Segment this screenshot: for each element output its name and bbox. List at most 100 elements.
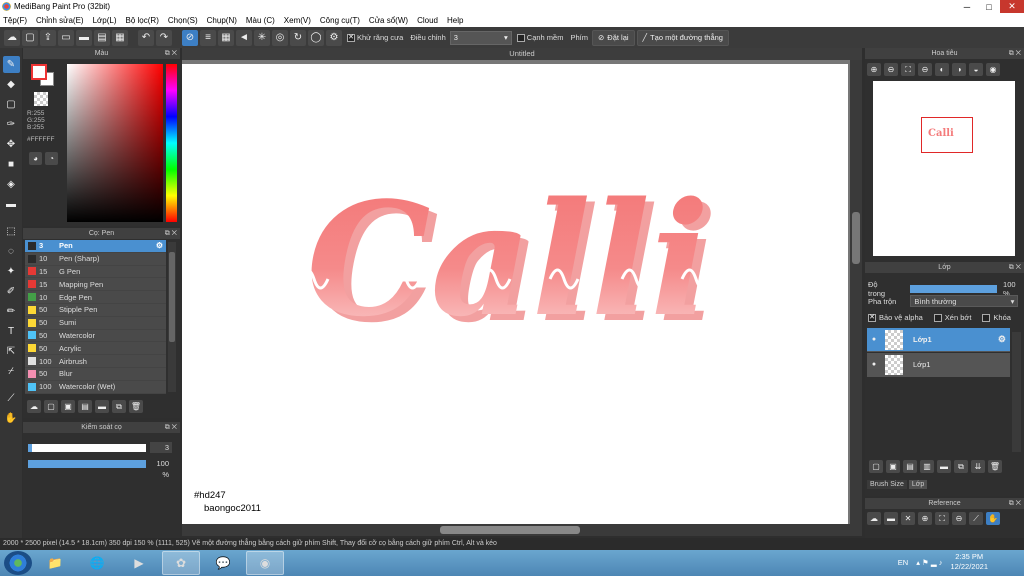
menu-snap[interactable]: Chụp(N)	[207, 16, 237, 25]
panel-close-icon[interactable]: ⧉ ✕	[165, 228, 177, 239]
dot-tool-icon[interactable]: ▢	[3, 96, 20, 113]
zoom-out-icon[interactable]: ⊖	[952, 512, 966, 525]
menu-view[interactable]: Xem(V)	[284, 16, 311, 25]
menu-select[interactable]: Chọn(S)	[168, 16, 198, 25]
magic-wand-icon[interactable]: ✦	[3, 263, 20, 280]
select-tool-icon[interactable]: ⬚	[3, 223, 20, 240]
menu-cloud[interactable]: Cloud	[417, 16, 438, 25]
canvas-paper[interactable]: Calli Calli #hd247 baongoc2011	[182, 64, 848, 524]
foreground-color-swatch[interactable]	[31, 64, 47, 80]
palette-icon[interactable]: ◕	[29, 152, 42, 165]
brush-scrollbar[interactable]	[168, 242, 176, 392]
layer-item[interactable]: ● Lớp1	[867, 353, 1010, 377]
snap-curve-icon[interactable]: ↻	[290, 29, 306, 46]
hand-tool-icon[interactable]: ✋	[3, 410, 20, 427]
clock[interactable]: 2:35 PM 12/22/2021	[950, 552, 988, 572]
divide-tool-icon[interactable]: ⌿	[3, 363, 20, 380]
brush-size-slider[interactable]	[28, 443, 146, 452]
settings-icon[interactable]: ⚙	[326, 29, 342, 46]
menu-layer[interactable]: Lớp(L)	[93, 16, 117, 25]
maximize-button[interactable]: □	[978, 0, 1000, 13]
pen-tool-icon[interactable]: ✑	[3, 116, 20, 133]
minimize-button[interactable]: ─	[956, 0, 978, 13]
brush-item[interactable]: 50 Blur	[25, 367, 166, 381]
new-layer-1bit-icon[interactable]: ▤	[903, 460, 917, 473]
trash-icon[interactable]: 🗑	[988, 460, 1002, 473]
layer-scrollbar[interactable]	[1012, 332, 1021, 452]
clipping-checkbox[interactable]	[933, 313, 942, 322]
trash-icon[interactable]: 🗑	[129, 400, 143, 413]
move-tool-icon[interactable]: ✥	[3, 136, 20, 153]
tab-layer[interactable]: Lớp	[908, 480, 928, 489]
start-button[interactable]	[4, 551, 32, 575]
panel-close-icon[interactable]: ⧉ ✕	[1009, 262, 1021, 273]
reset-view-icon[interactable]: ◉	[986, 63, 1000, 76]
cloud-brush-icon[interactable]: ☁	[27, 400, 41, 413]
straight-line-button[interactable]: ╱ Tạo một đường thẳng	[636, 29, 729, 46]
media-player-icon[interactable]: ▶	[120, 551, 158, 575]
zoom-in-icon[interactable]: ⊕	[918, 512, 932, 525]
brush-size-value[interactable]: 3	[150, 442, 172, 453]
flip-icon[interactable]: ◒	[969, 63, 983, 76]
undo-icon[interactable]: ↶	[138, 29, 154, 46]
brush-item[interactable]: 50 Acrylic	[25, 342, 166, 356]
menu-filter[interactable]: Bộ lọc(R)	[126, 16, 159, 25]
new-layer-icon[interactable]: ▢	[869, 460, 883, 473]
menu-color[interactable]: Màu (C)	[246, 16, 275, 25]
panel-close-icon[interactable]: ⧉ ✕	[165, 422, 177, 433]
brush-item[interactable]: 3 Pen ⚙	[25, 240, 166, 253]
snap-ellipse-icon[interactable]: ◯	[308, 29, 324, 46]
gear-icon[interactable]: ⚙	[156, 241, 163, 250]
fit-icon[interactable]: ⛶	[901, 63, 915, 76]
zoom-in-icon[interactable]: ⊕	[867, 63, 881, 76]
antialias-checkbox[interactable]: ✕ Khử răng cưa	[347, 33, 403, 42]
menu-file[interactable]: Tệp(F)	[3, 16, 27, 25]
brush-item[interactable]: 50 Stipple Pen	[25, 303, 166, 317]
chat-icon[interactable]: ▬	[76, 29, 92, 46]
brush-item[interactable]: 100 Airbrush	[25, 355, 166, 368]
navigator-preview[interactable]: Calli	[873, 81, 1015, 256]
duplicate-layer-icon[interactable]: ⧉	[954, 460, 968, 473]
select-pen-icon[interactable]: ✐	[3, 283, 20, 300]
layer-item[interactable]: ● Lớp1 ⚙	[867, 328, 1010, 352]
gear-icon[interactable]: ⚙	[998, 334, 1006, 345]
transparent-swatch[interactable]	[34, 92, 48, 106]
snap-vanish-icon[interactable]: ◄	[236, 29, 252, 46]
snap-radial-icon[interactable]: ✳	[254, 29, 270, 46]
brush-opacity-slider[interactable]	[28, 459, 146, 468]
cloud-icon[interactable]: ☁	[867, 512, 881, 525]
visibility-icon[interactable]: ●	[867, 361, 881, 368]
eraser-tool-icon[interactable]: ◆	[3, 76, 20, 93]
menu-window[interactable]: Cửa sổ(W)	[369, 16, 408, 25]
panel-close-icon[interactable]: ⧉ ✕	[165, 48, 177, 59]
new-file-icon[interactable]: ▢	[22, 29, 38, 46]
hand-icon[interactable]: ✋	[986, 512, 1000, 525]
add-layer-menu-icon[interactable]: ▥	[920, 460, 934, 473]
protect-alpha-checkbox[interactable]: ✕	[868, 313, 876, 322]
brush-item[interactable]: 50 Watercolor	[25, 329, 166, 343]
zoom-actual-icon[interactable]: ⊖	[918, 63, 932, 76]
snap-parallel-icon[interactable]: ≡	[200, 29, 216, 46]
rotate-right-icon[interactable]: ◑	[952, 63, 966, 76]
redo-icon[interactable]: ↷	[156, 29, 172, 46]
brush-item[interactable]: 50 Sumi	[25, 316, 166, 330]
open-file-icon[interactable]: ⇪	[40, 29, 56, 46]
snap-grid-icon[interactable]: ▦	[218, 29, 234, 46]
zoom-out-icon[interactable]: ⊖	[884, 63, 898, 76]
hue-slider[interactable]	[166, 64, 177, 222]
panel-close-icon[interactable]: ⧉ ✕	[1009, 498, 1021, 509]
zalo-icon[interactable]: 💬	[204, 551, 242, 575]
brush-item[interactable]: 15 Mapping Pen	[25, 278, 166, 292]
adjust-select[interactable]: 3 ▾	[449, 30, 512, 45]
snap-off-icon[interactable]: ⊘	[182, 29, 198, 46]
menu-edit[interactable]: Chỉnh sửa(E)	[36, 16, 84, 25]
menu-tools[interactable]: Công cụ(T)	[320, 16, 360, 25]
comment-icon[interactable]: ▭	[58, 29, 74, 46]
panel-close-icon[interactable]: ⧉ ✕	[1009, 48, 1021, 59]
eyedropper-icon[interactable]: ⟋	[3, 390, 20, 407]
panel-icon[interactable]: ▤	[94, 29, 110, 46]
close-reference-icon[interactable]: ✕	[901, 512, 915, 525]
brush-item[interactable]: 100 Watercolor (Wet)	[25, 380, 166, 394]
brush-tool-icon[interactable]: ✎	[2, 56, 20, 73]
brush-item[interactable]: 10 Edge Pen	[25, 291, 166, 304]
